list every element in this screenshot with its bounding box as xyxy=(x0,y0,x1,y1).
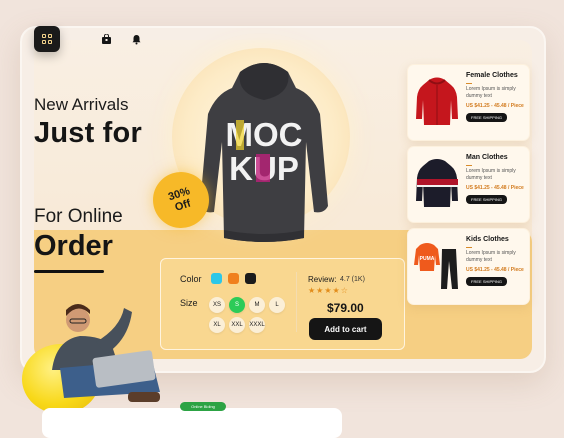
size-xl[interactable]: XL xyxy=(209,317,225,333)
color-swatch-orange[interactable] xyxy=(228,273,239,284)
review-label: Review: xyxy=(308,275,337,284)
new-arrivals-label: New Arrivals xyxy=(34,95,129,114)
menu-button[interactable] xyxy=(34,26,60,52)
bottom-panel xyxy=(42,408,342,438)
title-accent-line xyxy=(466,83,472,84)
shop-bag-icon[interactable] xyxy=(100,33,112,45)
product-card-man[interactable]: Man Clothes Lorem Ipsum is simply dummy … xyxy=(407,146,530,223)
options-divider xyxy=(296,272,297,332)
product-name: Kids Clothes xyxy=(466,236,509,243)
color-swatch-cyan[interactable] xyxy=(211,273,222,284)
free-shipping-button[interactable]: FREE SHIPPING xyxy=(466,195,507,204)
kids-tracksuit-icon: PUMA xyxy=(414,243,458,289)
title-accent-line xyxy=(466,247,472,248)
order-heading: Order xyxy=(34,230,113,262)
product-price-range: US $41.25 - 45.48 / Piece xyxy=(466,103,524,109)
product-desc: Lorem Ipsum is simply dummy text xyxy=(466,168,516,181)
review-value: 4.7 (1K) xyxy=(340,276,365,283)
add-to-cart-button[interactable]: Add to cart xyxy=(309,318,382,340)
grid-icon xyxy=(42,34,52,44)
product-price: $79.00 xyxy=(327,301,364,315)
bell-icon[interactable] xyxy=(130,33,142,45)
product-name: Female Clothes xyxy=(466,72,518,79)
discount-text: 30% Off xyxy=(166,185,193,214)
striped-jacket-icon xyxy=(416,159,458,207)
product-card-kids[interactable]: PUMA Kids Clothes Lorem Ipsum is simply … xyxy=(407,228,530,305)
for-online-label: For Online xyxy=(34,206,123,227)
size-m[interactable]: M xyxy=(249,297,265,313)
heading-underline xyxy=(34,270,104,273)
online-biding-badge[interactable]: Online Biding xyxy=(180,402,226,411)
product-card-female[interactable]: Female Clothes Lorem Ipsum is simply dum… xyxy=(407,64,530,141)
size-xxxl[interactable]: XXXL xyxy=(249,317,265,333)
color-swatch-black[interactable] xyxy=(245,273,256,284)
free-shipping-button[interactable]: FREE SHIPPING xyxy=(466,113,507,122)
size-l[interactable]: L xyxy=(269,297,285,313)
free-shipping-button[interactable]: FREE SHIPPING xyxy=(466,277,507,286)
color-label: Color xyxy=(180,274,202,284)
product-price-range: US $41.25 - 45.48 / Piece xyxy=(466,267,524,273)
product-desc: Lorem Ipsum is simply dummy text xyxy=(466,86,516,99)
svg-text:PUMA: PUMA xyxy=(420,256,435,262)
product-name: Man Clothes xyxy=(466,154,508,161)
size-xs[interactable]: XS xyxy=(209,297,225,313)
product-price-range: US $41.25 - 45.48 / Piece xyxy=(466,185,524,191)
person-with-laptop-illustration xyxy=(52,304,160,402)
product-desc: Lorem Ipsum is simply dummy text xyxy=(466,250,516,263)
title-accent-line xyxy=(466,165,472,166)
rating-stars: ★★★★☆ xyxy=(308,286,349,295)
size-label: Size xyxy=(180,298,198,308)
size-xxl[interactable]: XXL xyxy=(229,317,245,333)
red-jacket-icon xyxy=(416,77,458,125)
hoodie-image[interactable]: MOC KUP xyxy=(196,54,332,250)
size-s[interactable]: S xyxy=(229,297,245,313)
just-for-heading: Just for xyxy=(34,117,142,149)
